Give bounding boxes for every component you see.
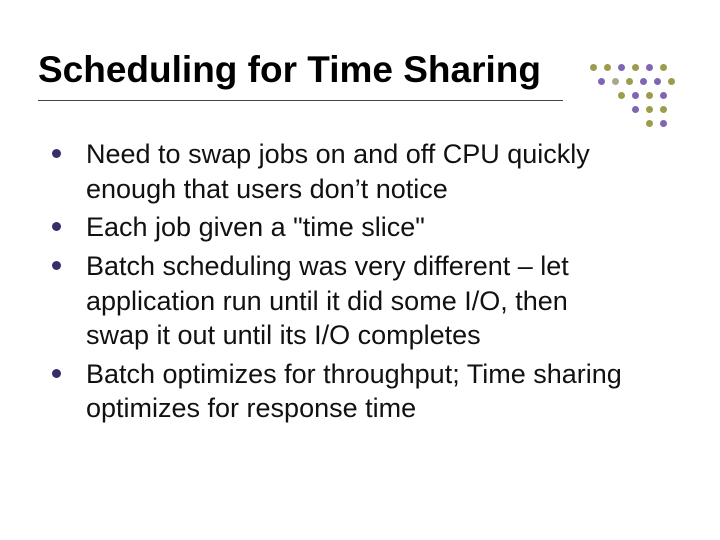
- bullet-text: Each job given a "time slice": [86, 212, 425, 242]
- list-item: Need to swap jobs on and off CPU quickly…: [52, 137, 632, 206]
- bullet-icon: [52, 261, 61, 270]
- bullet-text: Batch optimizes for throughput; Time sha…: [86, 359, 622, 424]
- slide: Scheduling for Time Sharing Need to sw: [0, 0, 720, 540]
- bullet-list: Need to swap jobs on and off CPU quickly…: [38, 137, 632, 425]
- list-item: Each job given a "time slice": [52, 210, 632, 245]
- bullet-icon: [52, 369, 61, 378]
- title-underline: [38, 100, 563, 101]
- bullet-icon: [52, 222, 61, 231]
- decorative-dots: [570, 58, 690, 138]
- list-item: Batch scheduling was very different – le…: [52, 249, 632, 353]
- bullet-text: Batch scheduling was very different – le…: [86, 251, 569, 350]
- bullet-icon: [52, 149, 61, 158]
- bullet-text: Need to swap jobs on and off CPU quickly…: [86, 139, 590, 204]
- list-item: Batch optimizes for throughput; Time sha…: [52, 357, 632, 426]
